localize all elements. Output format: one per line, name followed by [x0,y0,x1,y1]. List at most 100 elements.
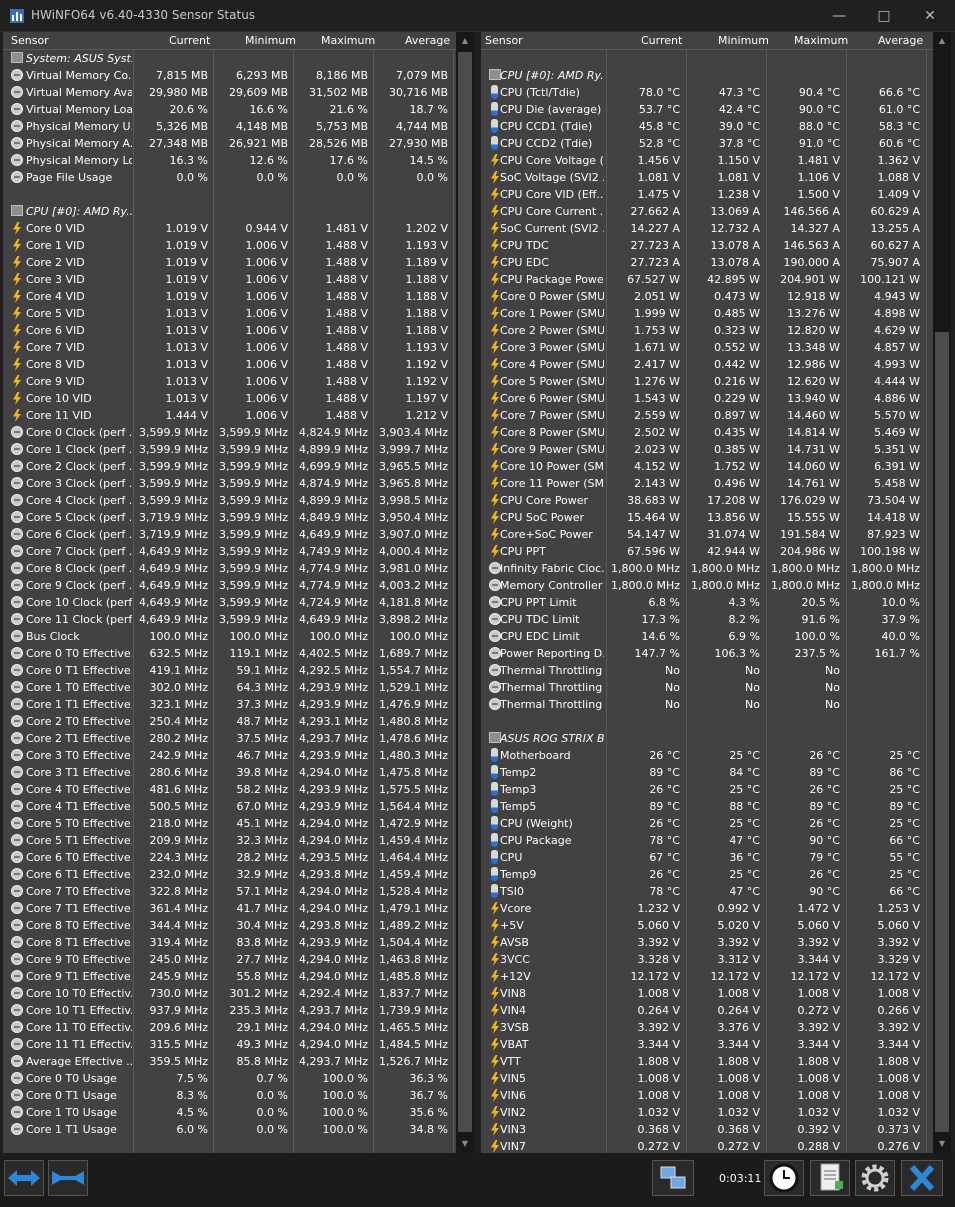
average-value: 1.188 V [405,324,448,337]
report-icon [820,1163,843,1191]
maximum-value: 14.460 W [787,409,840,422]
current-value: 1.008 V [637,987,680,1000]
average-value: 40.0 % [881,630,920,643]
col-maximum-header[interactable]: Maximum [794,34,848,47]
sensor-name: Core 3 T0 Effective... [26,749,132,762]
sensor-name: Core 1 VID [26,239,85,252]
thermometer-icon [491,799,498,813]
report-button[interactable] [810,1160,850,1196]
scroll-up-icon[interactable]: ▲ [933,32,951,50]
gauge-icon [11,120,23,132]
current-value: 245.0 MHz [149,953,208,966]
sensor-name: CPU TDC Limit [500,613,580,626]
gauge-icon [11,902,23,914]
current-value: 3.344 V [637,1038,680,1051]
maximum-value: 4,294.0 MHz [298,902,368,915]
maximum-value: 4,294.0 MHz [298,817,368,830]
table-header: Sensor Current Minimum Maximum Average [3,32,474,50]
average-value: 3,999.7 MHz [378,443,448,456]
average-value: 1,459.4 MHz [378,834,448,847]
minimum-value: 47 °C [729,834,760,847]
average-value: 4.886 W [874,392,920,405]
left-scrollbar[interactable]: ▲ ▼ [456,32,474,1153]
maximize-button[interactable]: □ [861,0,907,32]
maximum-value: 1.488 V [325,256,368,269]
current-value: 1.019 V [165,239,208,252]
col-sensor-header[interactable]: Sensor [485,34,523,47]
average-value: 36.3 % [409,1072,448,1085]
scroll-down-icon[interactable]: ▼ [933,1135,951,1153]
minimum-value: 0.435 W [714,426,760,439]
sensor-name: VBAT [500,1038,529,1051]
maximum-value: 4,293.9 MHz [298,800,368,813]
bolt-icon [491,1038,499,1051]
current-value: 1.008 V [637,1072,680,1085]
average-value: 4.444 W [874,375,920,388]
converge-arrows-icon [52,1171,84,1185]
close-window-button[interactable]: ✕ [907,0,953,32]
average-value: 25 °C [889,783,920,796]
col-maximum-header[interactable]: Maximum [321,34,375,47]
sensor-name: Core 4 VID [26,290,85,303]
expand-button[interactable] [4,1160,44,1196]
maximum-value: 28,526 MB [308,137,368,150]
maximum-value: 4,699.9 MHz [298,460,368,473]
sensor-name: Core 11 Power (SMU) [500,477,604,490]
maximum-value: 4,292.4 MHz [298,987,368,1000]
current-value: 937.9 MHz [149,1004,208,1017]
scroll-thumb[interactable] [458,52,472,1132]
minimum-value: 1.006 V [245,375,288,388]
current-value: No [665,698,680,711]
average-value: 3,965.5 MHz [378,460,448,473]
network-button[interactable] [652,1160,694,1196]
minimize-button[interactable]: — [816,0,862,32]
current-value: 15.464 W [627,511,680,524]
col-average-header[interactable]: Average [878,34,923,47]
thermometer-icon [491,85,498,99]
maximum-value: 1.488 V [325,239,368,252]
sensor-name: ASUS ROG STRIX B... [500,732,604,745]
scroll-down-icon[interactable]: ▼ [456,1135,474,1153]
bottom-toolbar: 0:03:11 [0,1153,955,1207]
gauge-icon [11,630,23,642]
average-value: 1.212 V [405,409,448,422]
col-current-header[interactable]: Current [169,34,210,47]
minimum-value: 25 °C [729,783,760,796]
close-button[interactable] [901,1160,943,1196]
minimum-value: 0.944 V [245,222,288,235]
bolt-icon [13,392,21,405]
settings-button[interactable] [855,1160,895,1196]
current-value: 1.999 W [634,307,680,320]
clock-button[interactable] [764,1160,804,1196]
average-value: 161.7 % [874,647,920,660]
sensor-name: CPU Core Current ... [500,205,604,218]
col-minimum-header[interactable]: Minimum [245,34,296,47]
current-value: 3,719.9 MHz [138,511,208,524]
average-value: 1,484.5 MHz [378,1038,448,1051]
average-value: 4,003.2 MHz [378,579,448,592]
col-minimum-header[interactable]: Minimum [718,34,769,47]
right-sensor-table[interactable]: Sensor Current Minimum Maximum Average C… [481,32,951,1153]
minimum-value: 37.5 MHz [236,732,288,745]
scroll-up-icon[interactable]: ▲ [456,32,474,50]
maximum-value: 1.488 V [325,392,368,405]
average-value: 1,528.4 MHz [378,885,448,898]
gauge-icon [11,834,23,846]
col-current-header[interactable]: Current [641,34,682,47]
right-scrollbar[interactable]: ▲ ▼ [933,32,951,1153]
bolt-icon [13,290,21,303]
col-sensor-header[interactable]: Sensor [11,34,49,47]
sensor-name: VIN3 [500,1123,526,1136]
sensor-name: CPU TDC [500,239,549,252]
current-value: 16.3 % [169,154,208,167]
sensor-name: Core 8 VID [26,358,85,371]
minimum-value: 0.0 % [256,1106,288,1119]
scroll-thumb[interactable] [935,332,949,1132]
minimum-value: 0.0 % [256,171,288,184]
minimum-value: 0.0 % [256,1123,288,1136]
average-value: 3,903.4 MHz [378,426,448,439]
col-average-header[interactable]: Average [405,34,450,47]
collapse-button[interactable] [48,1160,88,1196]
left-sensor-table[interactable]: Sensor Current Minimum Maximum Average S… [3,32,474,1153]
average-value: 1.253 V [877,902,920,915]
